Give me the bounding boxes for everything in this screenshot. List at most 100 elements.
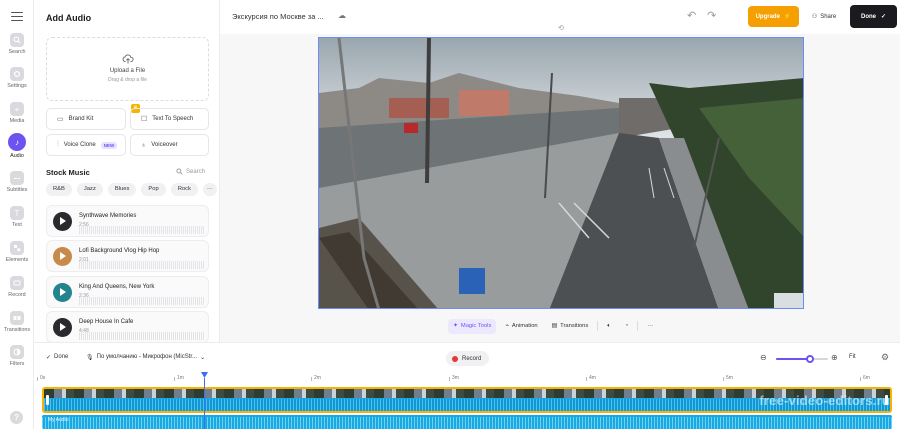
clip-trim-handle-left[interactable] bbox=[46, 395, 49, 405]
timeline-controls: ✓ Done 🎙︎ По умолчанию - Микрофон (MicSt… bbox=[34, 342, 900, 374]
zoom-slider-fill bbox=[776, 358, 811, 360]
zoom-in-icon[interactable]: ⊕ bbox=[831, 353, 838, 362]
zoom-slider-handle[interactable] bbox=[806, 355, 815, 363]
upgrade-label: Upgrade bbox=[755, 13, 780, 20]
timeline-done-button[interactable]: ✓ Done bbox=[46, 354, 68, 361]
play-icon[interactable] bbox=[53, 247, 72, 266]
chip-pop[interactable]: Pop bbox=[141, 183, 166, 196]
upload-icon bbox=[122, 53, 134, 65]
gear-icon[interactable]: ⚙ bbox=[881, 352, 889, 363]
nav-item-subtitles[interactable]: Subtitles bbox=[0, 171, 34, 193]
record-icon bbox=[10, 276, 24, 290]
video-preview[interactable] bbox=[318, 37, 804, 309]
ruler-tick: 2m bbox=[311, 375, 321, 381]
music-note-icon: ♪ bbox=[8, 133, 26, 151]
video-frame-image bbox=[319, 38, 803, 308]
playhead-line[interactable] bbox=[204, 378, 205, 429]
nav-label: Text bbox=[12, 222, 22, 228]
transitions-button[interactable]: ▤ Transitions bbox=[547, 319, 594, 334]
nav-item-media[interactable]: + Media bbox=[0, 102, 34, 124]
track-waveform bbox=[79, 261, 204, 269]
left-nav: Search Settings + Media ♪ Audio Subtitle… bbox=[0, 0, 34, 429]
track-item[interactable]: Lofi Background Vlog Hip Hop 2:01 bbox=[46, 240, 209, 272]
nav-item-settings[interactable]: Settings bbox=[0, 67, 34, 89]
track-item[interactable]: Synthwave Memories 2:56 bbox=[46, 205, 209, 237]
ruler-tick: 5m bbox=[723, 375, 733, 381]
gear-icon bbox=[10, 67, 24, 81]
track-item[interactable]: King And Queens, New York 2:36 bbox=[46, 276, 209, 308]
microphone-label: По умолчанию - Микрофон (MicStr... bbox=[96, 354, 198, 360]
add-audio-panel: Add Audio Upload a File Drag & drop a fi… bbox=[34, 0, 220, 343]
brand-kit-button[interactable]: ▭ Brand Kit ♛ bbox=[46, 104, 140, 130]
nav-item-filters[interactable]: Filters bbox=[0, 345, 34, 367]
chip-rnb[interactable]: R&B bbox=[46, 183, 72, 196]
chip-jazz[interactable]: Jazz bbox=[76, 183, 103, 196]
toolbar-divider bbox=[637, 321, 639, 331]
nav-item-elements[interactable]: Elements bbox=[0, 241, 34, 263]
more-button[interactable]: ··· bbox=[642, 319, 658, 334]
animation-button[interactable]: ⌁ Animation bbox=[500, 319, 542, 334]
volume-button[interactable]: 🔈︎ bbox=[602, 319, 615, 334]
zoom-out-icon[interactable]: ⊖ bbox=[760, 353, 767, 362]
voice-clone-button[interactable]: ⫶ Voice Clone NEW bbox=[46, 134, 126, 156]
search-icon bbox=[176, 168, 183, 175]
undo-icon[interactable]: ↶ bbox=[687, 9, 696, 22]
voiceover-button[interactable]: ♁ Voiceover bbox=[130, 134, 209, 156]
animation-icon: ⌁ bbox=[505, 323, 509, 329]
zoom-slider[interactable] bbox=[776, 355, 828, 363]
nav-item-record[interactable]: Record bbox=[0, 276, 34, 298]
nav-label: Audio bbox=[10, 153, 24, 159]
text-icon: T bbox=[10, 206, 24, 220]
track-waveform bbox=[79, 332, 204, 340]
text-to-speech-button[interactable]: ☐ Text To Speech bbox=[130, 108, 209, 130]
done-button[interactable]: Done ✓ bbox=[850, 5, 897, 28]
stock-search-label: Search bbox=[186, 168, 206, 175]
share-button[interactable]: ⚇ Share bbox=[804, 6, 844, 27]
nav-item-text[interactable]: T Text bbox=[0, 206, 34, 228]
track-waveform bbox=[79, 226, 204, 234]
magic-tools-button[interactable]: ✦ Magic Tools bbox=[448, 318, 497, 334]
stock-search-button[interactable]: Search bbox=[176, 168, 205, 175]
voiceover-label: Voiceover bbox=[151, 142, 178, 148]
timeline-ruler[interactable]: 0s 1m 2m 3m 4m 5m 6m bbox=[34, 374, 900, 386]
audio-track[interactable]: My Audio bbox=[42, 415, 892, 429]
chips-more-button[interactable]: ··· bbox=[202, 183, 217, 196]
track-name: King And Queens, New York bbox=[79, 284, 155, 290]
nav-item-audio[interactable]: ♪ Audio bbox=[0, 133, 34, 159]
chip-rock[interactable]: Rock bbox=[170, 183, 198, 196]
ruler-tick: 1m bbox=[174, 375, 184, 381]
microphone-select[interactable]: 🎙︎ По умолчанию - Микрофон (MicStr... ⌄ bbox=[86, 354, 205, 361]
play-icon[interactable] bbox=[53, 283, 72, 302]
play-icon[interactable] bbox=[53, 318, 72, 337]
cloud-save-icon: ☁ bbox=[338, 11, 346, 20]
upload-dropzone[interactable]: Upload a File Drag & drop a file bbox=[46, 37, 209, 101]
chip-blues[interactable]: Blues bbox=[107, 183, 137, 196]
help-icon[interactable]: ? bbox=[10, 411, 23, 424]
track-item[interactable]: Deep House In Cafe 4:48 bbox=[46, 311, 209, 343]
redo-icon[interactable]: ↷ bbox=[707, 9, 716, 22]
speed-button[interactable]: ◔ bbox=[620, 319, 634, 334]
track-name: Lofi Background Vlog Hip Hop bbox=[79, 248, 160, 254]
transitions-icon bbox=[10, 311, 24, 325]
fit-button[interactable]: Fit bbox=[849, 354, 856, 360]
upgrade-button[interactable]: Upgrade ⚡ bbox=[748, 6, 799, 27]
nav-item-transitions[interactable]: Transitions bbox=[0, 311, 34, 333]
brand-kit-label: Brand Kit bbox=[68, 116, 94, 122]
nav-label: Search bbox=[8, 49, 26, 55]
toolbar-divider bbox=[597, 321, 599, 331]
play-icon[interactable] bbox=[53, 212, 72, 231]
genre-chips: R&B Jazz Blues Pop Rock ··· bbox=[46, 183, 217, 196]
rotate-handle-icon[interactable]: ⟲ bbox=[558, 24, 564, 32]
nav-label: Subtitles bbox=[6, 187, 28, 193]
nav-label: Record bbox=[8, 292, 26, 298]
timeline-done-label: Done bbox=[54, 354, 69, 360]
record-button[interactable]: Record bbox=[446, 351, 490, 366]
audio-waveform bbox=[42, 417, 892, 429]
project-title[interactable]: Экскурсия по Москве за ... bbox=[232, 12, 324, 21]
lightning-icon: ⚡ bbox=[783, 14, 792, 20]
menu-icon[interactable] bbox=[11, 12, 23, 22]
waveform-icon: ⫶ bbox=[57, 141, 59, 148]
volume-icon: 🔈︎ bbox=[607, 322, 611, 329]
check-icon: ✓ bbox=[880, 14, 887, 20]
nav-item-search[interactable]: Search bbox=[0, 33, 34, 55]
